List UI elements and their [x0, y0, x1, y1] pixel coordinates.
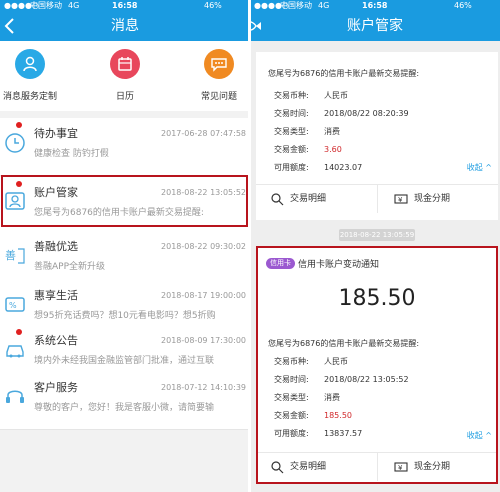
quick-label: 常见问题	[200, 92, 237, 102]
message-preview: 善融APP全新升级	[34, 262, 106, 272]
transaction-card-1: 您尾号为6876的信用卡账户最新交易提醒: 交易币种: 人民币 交易时间: 2018…	[256, 52, 498, 220]
message-preview: 健康检查 防钓打假	[34, 149, 109, 159]
unread-dot	[16, 122, 22, 128]
message-time: 2018-07-12 14:10:39	[161, 383, 246, 392]
clock-label: 16:58	[362, 1, 388, 10]
field-amount: 交易金额: 3.60	[274, 145, 342, 154]
battery-label: 46%	[454, 1, 472, 10]
svg-text:%: %	[9, 301, 17, 310]
calendar-icon	[110, 49, 140, 79]
collapse-link[interactable]: 收起 ^	[467, 162, 492, 173]
car-notice-icon	[6, 345, 24, 358]
message-item-todo[interactable]: 待办事宜 2017-06-28 07:47:58 健康检查 防钓打假	[0, 118, 250, 176]
field-time: 交易时间: 2018/08/22 08:20:39	[274, 109, 409, 118]
message-item-customer-service[interactable]: 客户服务 2018-07-12 14:10:39 尊敬的客户，您好！我是客服小微…	[0, 372, 250, 430]
message-preview: 境内外未经我国金融监管部门批准，通过互联	[34, 356, 215, 366]
transaction-detail-button[interactable]: 交易明细	[256, 185, 377, 213]
message-title: 善融优选	[34, 240, 78, 253]
clock-icon	[5, 133, 25, 153]
message-title: 系统公告	[34, 334, 78, 347]
highlight-box	[1, 175, 248, 227]
message-time: 2018-08-22 09:30:02	[161, 242, 246, 251]
quick-faq[interactable]: 常见问题	[179, 49, 250, 102]
chat-question-icon	[204, 49, 234, 79]
message-time: 2018-08-09 17:30:00	[161, 336, 246, 345]
message-preview: 想95折充话费吗？想10元看电影吗？想5折购	[34, 311, 216, 321]
chat-timestamp: 2018-08-22 13:05:59	[339, 229, 415, 241]
card-heading: 您尾号为6876的信用卡账户最新交易提醒:	[268, 69, 420, 78]
cash-installment-button[interactable]: ¥ 现金分期	[377, 185, 498, 213]
field-type: 交易类型: 消费	[274, 127, 340, 136]
nav-bar: 消息	[0, 11, 250, 41]
message-time: 2018-08-17 19:00:00	[161, 291, 246, 300]
carrier-label: 中国移动	[280, 1, 312, 10]
message-title: 待办事宜	[34, 127, 78, 140]
screenshot-root: ●●●●○ 中国移动 4G 16:58 46% 消息 消息服务定制 日历 常见问…	[0, 0, 500, 492]
discount-icon: %	[5, 297, 25, 312]
message-time: 2017-06-28 07:47:58	[161, 129, 246, 138]
message-preview: 尊敬的客户，您好！我是客服小微，请简要输	[34, 403, 215, 413]
highlight-box	[256, 246, 498, 484]
clock-label: 16:58	[112, 1, 138, 10]
fish-logo-icon	[250, 21, 261, 31]
card-actions: 交易明细 ¥ 现金分期	[256, 184, 498, 213]
svg-text:善: 善	[5, 248, 16, 262]
messages-screen: ●●●●○ 中国移动 4G 16:58 46% 消息 消息服务定制 日历 常见问…	[0, 0, 250, 492]
quick-label: 消息服务定制	[2, 92, 57, 102]
network-label: 4G	[318, 1, 330, 10]
account-keeper-screen: ●●●●○ 中国移动 4G 16:58 46% 账户管家 您尾号为6876的信用…	[250, 0, 500, 492]
nav-bar: 账户管家	[250, 11, 500, 41]
quick-actions: 消息服务定制 日历 常见问题	[0, 41, 250, 111]
panel-divider	[248, 0, 251, 492]
battery-label: 46%	[204, 1, 222, 10]
search-icon	[271, 193, 284, 206]
message-title: 惠享生活	[34, 289, 78, 302]
field-available: 可用额度: 14023.07	[274, 163, 363, 172]
message-title: 客户服务	[34, 381, 78, 394]
headset-icon	[6, 390, 24, 403]
carrier-label: 中国移动	[30, 1, 62, 10]
status-bar: ●●●●○ 中国移动 4G 16:58 46%	[0, 0, 250, 11]
quick-message-service[interactable]: 消息服务定制	[0, 49, 70, 102]
svg-text:¥: ¥	[398, 196, 403, 204]
money-icon: ¥	[394, 194, 408, 204]
quick-label: 日历	[115, 92, 134, 102]
network-label: 4G	[68, 1, 80, 10]
page-title: 消息	[111, 18, 139, 34]
page-title: 账户管家	[347, 18, 403, 34]
status-bar: ●●●●○ 中国移动 4G 16:58 46%	[250, 0, 500, 11]
shanrong-icon: 善	[5, 248, 25, 264]
user-service-icon	[15, 49, 45, 79]
unread-dot	[16, 329, 22, 335]
quick-calendar[interactable]: 日历	[85, 49, 165, 102]
field-currency: 交易币种: 人民币	[274, 91, 348, 100]
